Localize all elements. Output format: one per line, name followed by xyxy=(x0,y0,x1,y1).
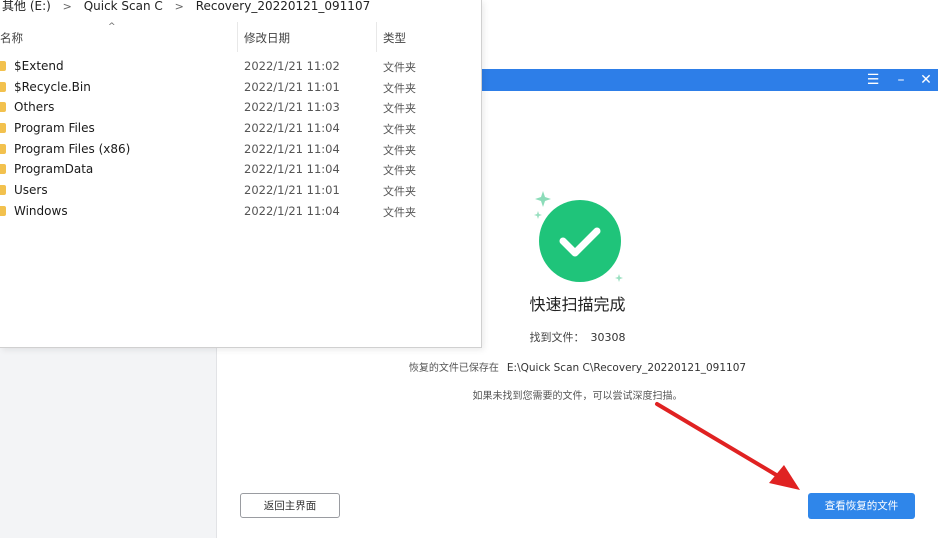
item-date: 2022/1/21 11:03 xyxy=(244,100,340,115)
chevron-right-icon: > xyxy=(174,0,184,13)
item-name: ProgramData xyxy=(14,162,94,177)
item-name: Program Files (x86) xyxy=(14,141,131,156)
list-item[interactable]: Others 2022/1/21 11:03 文件夹 xyxy=(0,97,481,118)
item-type: 文件夹 xyxy=(383,205,416,219)
breadcrumb-item-recovery[interactable]: Recovery_20220121_091107 xyxy=(196,0,371,12)
item-name: Windows xyxy=(14,203,68,218)
item-date: 2022/1/21 11:01 xyxy=(244,79,340,94)
file-explorer-window: 其他 (E:) > Quick Scan C > Recovery_202201… xyxy=(0,0,482,348)
column-header-row: 名称 修改日期 类型 xyxy=(0,22,481,52)
column-header-date[interactable]: 修改日期 xyxy=(244,30,290,46)
list-item[interactable]: ProgramData 2022/1/21 11:04 文件夹 xyxy=(0,159,481,180)
found-label: 找到文件： xyxy=(529,331,585,344)
folder-icon xyxy=(0,81,6,92)
item-type: 文件夹 xyxy=(383,143,416,157)
menu-icon[interactable]: ☰ xyxy=(861,69,885,91)
breadcrumb: 其他 (E:) > Quick Scan C > Recovery_202201… xyxy=(0,0,481,14)
item-type: 文件夹 xyxy=(383,102,416,116)
item-date: 2022/1/21 11:04 xyxy=(244,141,340,156)
item-type: 文件夹 xyxy=(383,185,416,199)
back-to-main-button[interactable]: 返回主界面 xyxy=(240,493,340,518)
view-recovered-files-button[interactable]: 查看恢复的文件 xyxy=(808,493,915,519)
folder-icon xyxy=(0,102,6,113)
saved-location-line: 恢复的文件已保存在 E:\Quick Scan C\Recovery_202201… xyxy=(217,359,938,374)
folder-icon xyxy=(0,164,6,175)
item-name: $Extend xyxy=(14,59,64,73)
item-type: 文件夹 xyxy=(383,81,416,95)
item-name: $Recycle.Bin xyxy=(14,79,91,94)
file-list: $Extend 2022/1/21 11:02 文件夹 $Recycle.Bin… xyxy=(0,56,481,222)
deep-scan-hint: 如果未找到您需要的文件，可以尝试深度扫描。 xyxy=(472,391,683,402)
item-date: 2022/1/21 11:01 xyxy=(244,183,340,198)
breadcrumb-item-drive[interactable]: 其他 (E:) xyxy=(2,0,51,12)
folder-icon xyxy=(0,61,6,71)
item-name: Users xyxy=(14,183,48,198)
folder-icon xyxy=(0,205,6,216)
column-divider[interactable] xyxy=(237,22,238,52)
sort-ascending-icon: ^ xyxy=(108,22,116,32)
chevron-right-icon: > xyxy=(62,0,72,13)
list-item[interactable]: $Recycle.Bin 2022/1/21 11:01 文件夹 xyxy=(0,77,481,98)
column-header-type[interactable]: 类型 xyxy=(383,30,406,46)
check-circle-icon xyxy=(530,191,630,291)
column-header-name[interactable]: 名称 xyxy=(0,30,23,46)
found-count: 30308 xyxy=(590,331,626,344)
list-item[interactable]: $Extend 2022/1/21 11:02 文件夹 xyxy=(0,56,481,77)
breadcrumb-item-quick-scan[interactable]: Quick Scan C xyxy=(84,0,163,12)
minimize-button[interactable]: – xyxy=(889,69,913,91)
item-type: 文件夹 xyxy=(383,61,416,74)
item-type: 文件夹 xyxy=(383,164,416,178)
saved-path: E:\Quick Scan C\Recovery_20220121_091107 xyxy=(506,362,747,374)
item-date: 2022/1/21 11:04 xyxy=(244,203,340,218)
saved-label: 恢复的文件已保存在 xyxy=(408,363,499,374)
list-item[interactable]: Users 2022/1/21 11:01 文件夹 xyxy=(0,180,481,201)
folder-icon xyxy=(0,143,6,154)
item-date: 2022/1/21 11:04 xyxy=(244,121,340,136)
column-divider[interactable] xyxy=(376,22,377,52)
item-date: 2022/1/21 11:02 xyxy=(244,59,340,73)
folder-icon xyxy=(0,185,6,196)
list-item[interactable]: Program Files (x86) 2022/1/21 11:04 文件夹 xyxy=(0,139,481,160)
list-item[interactable]: Program Files 2022/1/21 11:04 文件夹 xyxy=(0,118,481,139)
list-item[interactable]: Windows 2022/1/21 11:04 文件夹 xyxy=(0,201,481,222)
folder-icon xyxy=(0,123,6,134)
item-name: Others xyxy=(14,100,55,115)
close-button[interactable]: ✕ xyxy=(914,69,938,91)
item-name: Program Files xyxy=(14,121,95,136)
item-date: 2022/1/21 11:04 xyxy=(244,162,340,177)
item-type: 文件夹 xyxy=(383,123,416,137)
